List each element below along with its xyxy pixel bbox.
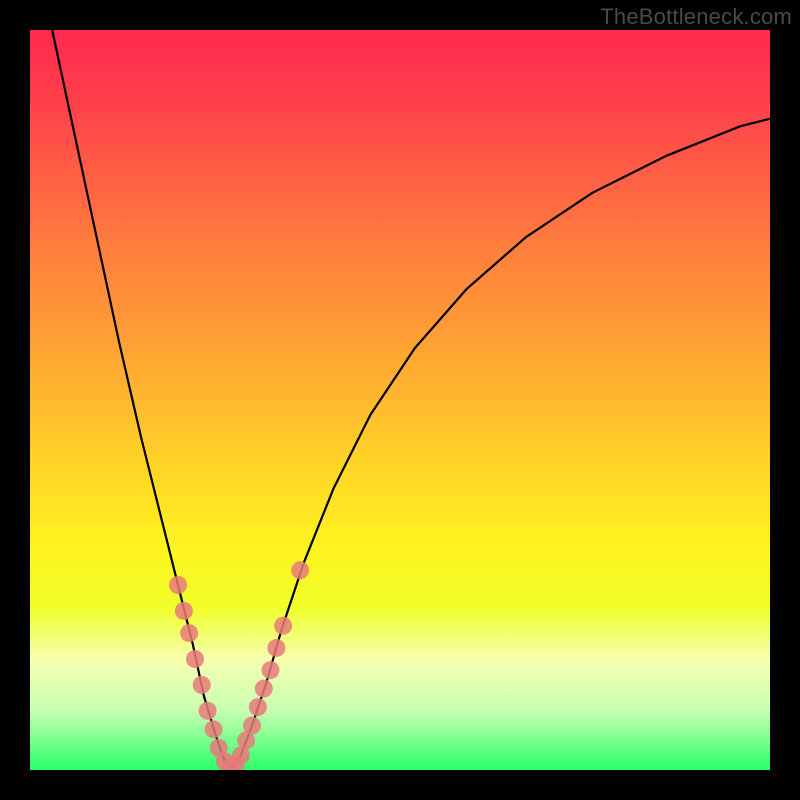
data-marker bbox=[249, 698, 267, 716]
data-marker bbox=[274, 617, 292, 635]
data-marker bbox=[291, 561, 309, 579]
data-marker bbox=[186, 650, 204, 668]
data-marker bbox=[255, 680, 273, 698]
data-marker bbox=[169, 576, 187, 594]
data-marker bbox=[267, 639, 285, 657]
data-marker bbox=[199, 702, 217, 720]
data-marker bbox=[262, 661, 280, 679]
chart-svg bbox=[30, 30, 770, 770]
bottleneck-curve bbox=[52, 30, 770, 770]
watermark-text: TheBottleneck.com bbox=[600, 4, 792, 30]
data-marker bbox=[180, 624, 198, 642]
chart-frame: TheBottleneck.com bbox=[0, 0, 800, 800]
data-markers bbox=[169, 561, 309, 770]
data-marker bbox=[205, 720, 223, 738]
plot-area bbox=[30, 30, 770, 770]
data-marker bbox=[193, 676, 211, 694]
data-marker bbox=[175, 602, 193, 620]
data-marker bbox=[243, 717, 261, 735]
